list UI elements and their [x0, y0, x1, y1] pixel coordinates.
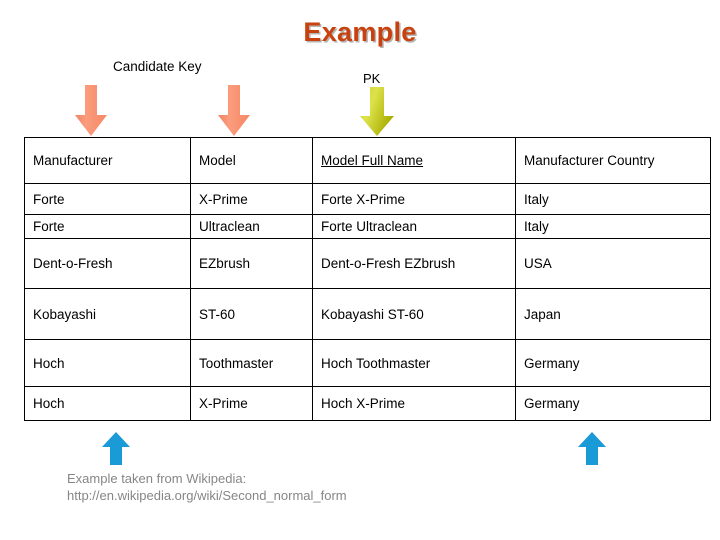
cell-model: EZbrush [190, 238, 313, 289]
column-header-label: Model Full Name [321, 153, 424, 168]
cell-model-full-name: Forte Ultraclean [312, 214, 516, 239]
bottom-marker-arrow-up-icon-1 [101, 432, 131, 466]
column-header-label: Model [199, 153, 236, 168]
cell-manufacturer-country: Germany [515, 339, 711, 387]
table-row: Forte Ultraclean Forte Ultraclean Italy [24, 214, 711, 239]
cell-manufacturer-country: USA [515, 238, 711, 289]
cell-manufacturer: Hoch [24, 339, 191, 387]
cell-manufacturer: Forte [24, 214, 191, 239]
bottom-marker-arrow-up-icon-2 [577, 432, 607, 466]
cell-model: Ultraclean [190, 214, 313, 239]
cell-model: X-Prime [190, 183, 313, 215]
cell-model-full-name: Kobayashi ST-60 [312, 288, 516, 340]
candidate-key-arrow-down-icon-2 [216, 85, 252, 137]
candidate-key-label: Candidate Key [113, 59, 202, 74]
column-header-manufacturer-country: Manufacturer Country [515, 137, 711, 184]
primary-key-arrow-down-icon [357, 87, 397, 137]
cell-manufacturer: Forte [24, 183, 191, 215]
primary-key-label: PK [363, 71, 381, 86]
source-caption: Example taken from Wikipedia: http://en.… [67, 470, 347, 504]
cell-manufacturer: Hoch [24, 386, 191, 421]
table-header-row: Manufacturer Model Model Full Name Manuf… [24, 137, 711, 184]
cell-manufacturer: Kobayashi [24, 288, 191, 340]
table-row: Kobayashi ST-60 Kobayashi ST-60 Japan [24, 288, 711, 340]
table-row: Forte X-Prime Forte X-Prime Italy [24, 183, 711, 215]
cell-manufacturer-country: Japan [515, 288, 711, 340]
column-header-label: Manufacturer [33, 153, 113, 168]
cell-model-full-name: Dent-o-Fresh EZbrush [312, 238, 516, 289]
cell-model: Toothmaster [190, 339, 313, 387]
page-title: Example [303, 17, 417, 47]
cell-manufacturer-country: Germany [515, 386, 711, 421]
table-row: Hoch Toothmaster Hoch Toothmaster German… [24, 339, 711, 387]
cell-manufacturer-country: Italy [515, 183, 711, 215]
caption-line-2: http://en.wikipedia.org/wiki/Second_norm… [67, 488, 347, 503]
column-header-model: Model [190, 137, 313, 184]
table-row: Dent-o-Fresh EZbrush Dent-o-Fresh EZbrus… [24, 238, 711, 289]
column-header-label: Manufacturer Country [524, 153, 655, 168]
column-header-manufacturer: Manufacturer [24, 137, 191, 184]
candidate-key-arrow-down-icon-1 [73, 85, 109, 137]
cell-model-full-name: Forte X-Prime [312, 183, 516, 215]
column-header-model-full-name: Model Full Name [312, 137, 516, 184]
cell-model-full-name: Hoch Toothmaster [312, 339, 516, 387]
cell-model: ST-60 [190, 288, 313, 340]
table-row: Hoch X-Prime Hoch X-Prime Germany [24, 386, 711, 421]
cell-model-full-name: Hoch X-Prime [312, 386, 516, 421]
cell-manufacturer-country: Italy [515, 214, 711, 239]
cell-model: X-Prime [190, 386, 313, 421]
caption-line-1: Example taken from Wikipedia: [67, 471, 247, 486]
cell-manufacturer: Dent-o-Fresh [24, 238, 191, 289]
normalization-example-table: Manufacturer Model Model Full Name Manuf… [24, 137, 711, 421]
